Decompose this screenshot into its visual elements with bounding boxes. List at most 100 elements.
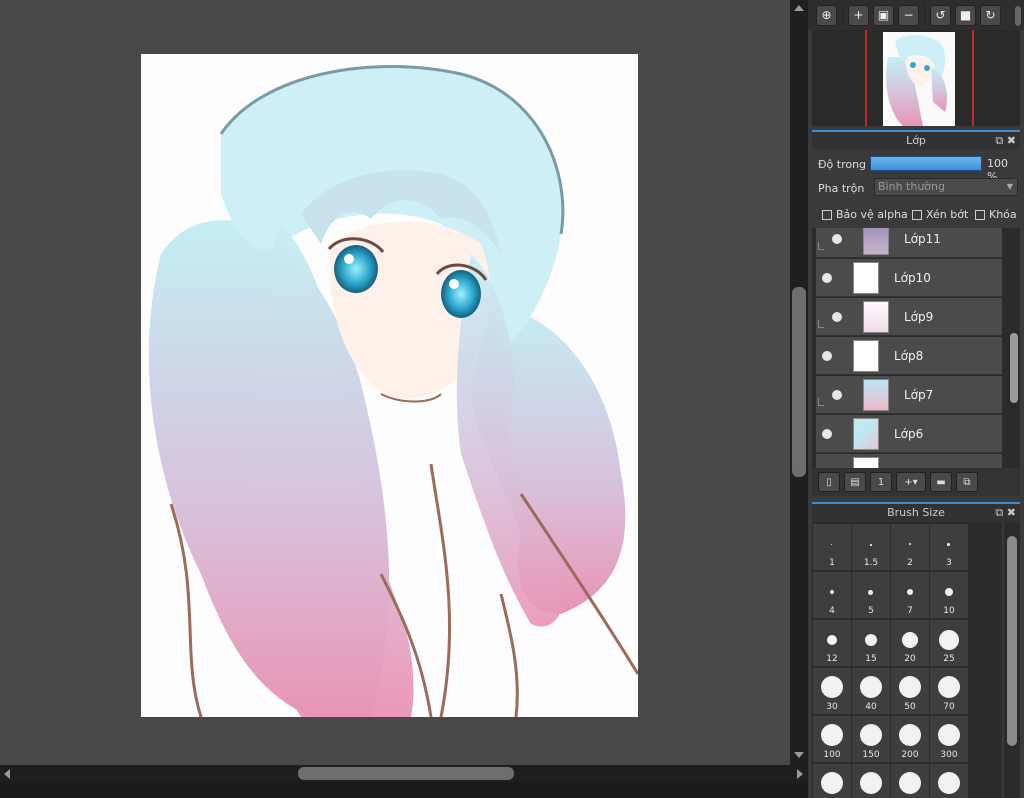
brush-dot	[868, 590, 873, 595]
layer-thumbnail	[853, 340, 879, 372]
brush-size-cell[interactable]: 300	[930, 716, 968, 762]
new-folder-icon[interactable]: ▬	[930, 472, 952, 492]
brush-size-cell[interactable]	[930, 764, 968, 798]
visibility-icon[interactable]	[822, 273, 832, 283]
canvas-horizontal-scrollbar[interactable]	[0, 765, 808, 782]
brush-size-cell[interactable]: 150	[852, 716, 890, 762]
new-1bit-layer-icon[interactable]: 1	[870, 472, 892, 492]
layer-row[interactable]: Lớp9	[816, 298, 1002, 336]
layer-thumbnail	[853, 262, 879, 294]
layer-row[interactable]: Lớp8	[816, 337, 1002, 375]
brush-size-cell[interactable]: 12	[813, 620, 851, 666]
drawing-canvas[interactable]	[141, 54, 638, 717]
checkbox-box[interactable]	[822, 209, 832, 220]
layer-list: Lớp11 Lớp10 Lớp9 Lớp8 Lớp7 Lớp6	[812, 228, 1008, 468]
layer-row[interactable]: Lớp11	[816, 228, 1002, 258]
layer-panel-title: Lớp	[906, 134, 926, 147]
brush-size-label: 300	[940, 750, 958, 760]
brush-size-cell[interactable]: 3	[930, 524, 968, 570]
brush-dot	[860, 724, 882, 746]
brush-size-cell[interactable]: 1	[813, 524, 851, 570]
brush-dot	[821, 772, 843, 794]
brush-size-label: 4	[829, 606, 835, 616]
layer-row[interactable]	[816, 454, 1002, 468]
canvas-area[interactable]	[0, 0, 790, 765]
scroll-left-icon[interactable]	[4, 769, 10, 779]
popout-icon[interactable]: ⧉	[995, 506, 1003, 519]
close-icon[interactable]: ✖	[1007, 134, 1016, 147]
checkbox-box[interactable]	[912, 209, 922, 220]
zoom-in-icon[interactable]: +	[848, 4, 869, 26]
fit-screen-icon[interactable]: ▣	[873, 4, 894, 26]
layer-thumbnail	[863, 228, 889, 255]
close-icon[interactable]: ✖	[1007, 506, 1016, 519]
brush-size-cell[interactable]: 50	[891, 668, 929, 714]
new-halftone-layer-icon[interactable]: ▤	[844, 472, 866, 492]
brush-size-cell[interactable]: 4	[813, 572, 851, 618]
brush-grid-scrollbar[interactable]	[1004, 522, 1020, 798]
layer-scroll-thumb[interactable]	[1010, 333, 1018, 403]
brush-size-cell[interactable]: 15	[852, 620, 890, 666]
brush-size-cell[interactable]: 20	[891, 620, 929, 666]
brush-size-cell[interactable]: 70	[930, 668, 968, 714]
layer-list-scrollbar[interactable]	[1008, 228, 1020, 468]
brush-dot	[938, 724, 960, 746]
popout-icon[interactable]: ⧉	[995, 134, 1003, 147]
brush-size-cell[interactable]: 5	[852, 572, 890, 618]
lock-checkbox[interactable]: Khóa	[975, 208, 1017, 221]
zoom-out-icon[interactable]: −	[898, 4, 919, 26]
full-view-icon[interactable]: ■	[955, 4, 976, 26]
checkbox-box[interactable]	[975, 209, 985, 220]
brush-dot	[899, 724, 921, 746]
brush-size-label: 1	[829, 558, 835, 568]
opacity-slider[interactable]	[870, 156, 982, 171]
zoom-fit-icon[interactable]: ⊕	[816, 4, 837, 26]
brush-size-label: 40	[865, 702, 877, 712]
layer-name: Lớp11	[904, 232, 941, 246]
brush-size-cell[interactable]: 25	[930, 620, 968, 666]
layer-properties: Độ trong 100 % Pha trộn Bình thường ▼ Bả…	[812, 150, 1020, 226]
brush-size-cell[interactable]: 40	[852, 668, 890, 714]
visibility-icon[interactable]	[832, 234, 842, 244]
navigator-scroll-handle[interactable]	[1015, 6, 1021, 26]
brush-size-cell[interactable]	[891, 764, 929, 798]
rotate-right-icon[interactable]: ↻	[980, 4, 1001, 26]
rotate-left-icon[interactable]: ↺	[930, 4, 951, 26]
protect-alpha-checkbox[interactable]: Bảo vệ alpha	[822, 208, 908, 221]
scroll-right-icon[interactable]	[797, 769, 803, 779]
brush-size-cell[interactable]: 10	[930, 572, 968, 618]
layer-name: Lớp7	[904, 388, 934, 402]
scroll-up-icon[interactable]	[794, 5, 804, 11]
layer-row[interactable]: Lớp10	[816, 259, 1002, 297]
brush-dot	[860, 772, 882, 794]
brush-size-label: 12	[826, 654, 838, 664]
brush-size-cell[interactable]	[852, 764, 890, 798]
brush-scroll-thumb[interactable]	[1007, 536, 1017, 746]
vertical-scroll-thumb[interactable]	[792, 287, 806, 477]
clipping-checkbox[interactable]: Xén bớt	[912, 208, 968, 221]
brush-size-cell[interactable]: 100	[813, 716, 851, 762]
horizontal-scroll-thumb[interactable]	[298, 767, 514, 780]
add-layer-menu-icon[interactable]: +▾	[896, 472, 926, 492]
duplicate-layer-icon[interactable]: ⧉	[956, 472, 978, 492]
brush-size-cell[interactable]: 30	[813, 668, 851, 714]
canvas-vertical-scrollbar[interactable]	[790, 0, 808, 765]
clipping-label: Xén bớt	[926, 208, 969, 221]
scroll-down-icon[interactable]	[794, 752, 804, 758]
visibility-icon[interactable]	[822, 429, 832, 439]
layer-row[interactable]: Lớp7	[816, 376, 1002, 414]
brush-size-cell[interactable]: 1.5	[852, 524, 890, 570]
brush-size-cell[interactable]: 7	[891, 572, 929, 618]
navigator-thumbnail[interactable]	[883, 32, 955, 126]
visibility-icon[interactable]	[822, 351, 832, 361]
brush-size-cell[interactable]	[813, 764, 851, 798]
blend-mode-select[interactable]: Bình thường ▼	[874, 178, 1018, 196]
layer-row[interactable]: Lớp6	[816, 415, 1002, 453]
visibility-icon[interactable]	[832, 390, 842, 400]
brush-size-cell[interactable]: 200	[891, 716, 929, 762]
navigator-preview[interactable]	[812, 30, 1020, 126]
visibility-icon[interactable]	[832, 312, 842, 322]
layer-thumbnail	[863, 301, 889, 333]
brush-size-cell[interactable]: 2	[891, 524, 929, 570]
new-layer-icon[interactable]: ▯	[818, 472, 840, 492]
